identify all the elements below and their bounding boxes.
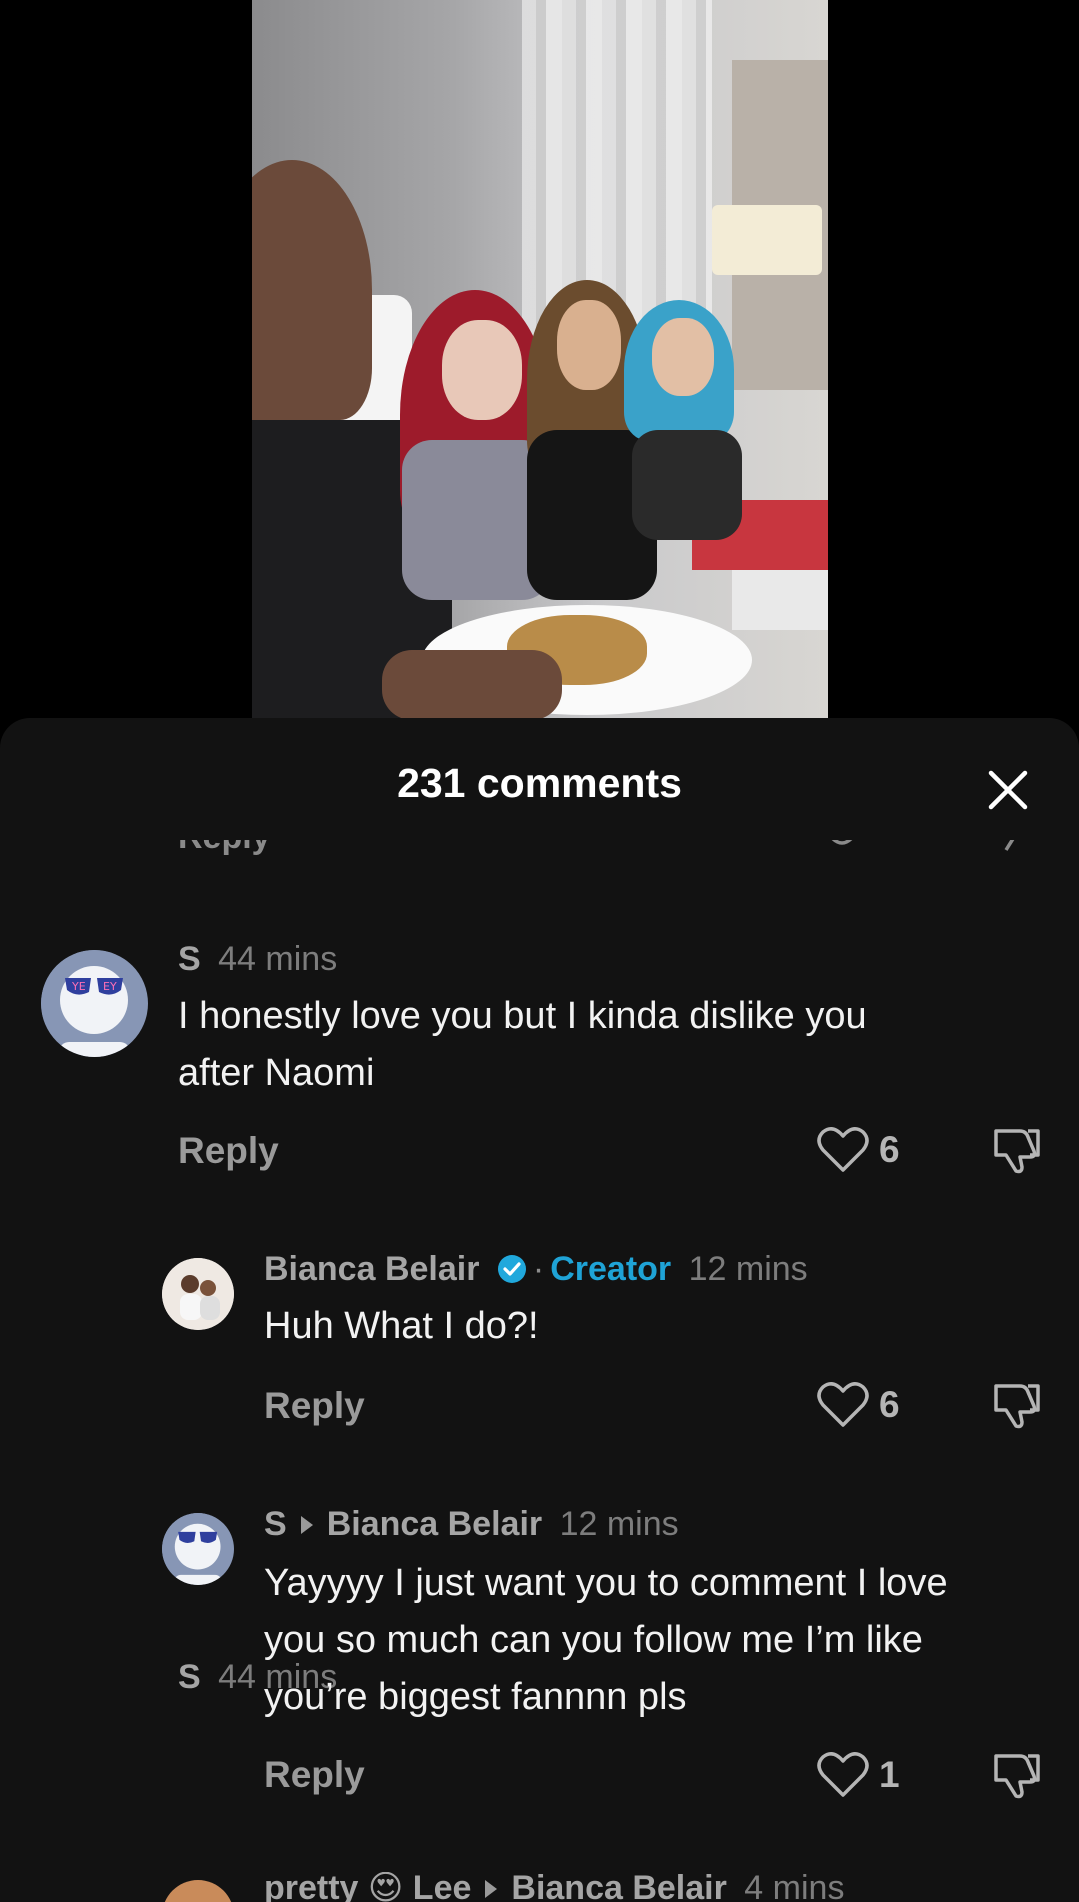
reply-to-author[interactable]: Bianca Belair	[511, 1872, 726, 1902]
comment-author[interactable]: S	[178, 940, 201, 978]
video-scene-person	[252, 160, 372, 420]
svg-text:YE: YE	[71, 980, 86, 993]
like-count: 6	[879, 1129, 900, 1170]
heart-icon	[831, 840, 853, 845]
comment-time: 44 mins	[218, 940, 338, 978]
comment-meta: S Bianca Belair 12 mins	[264, 1505, 679, 1544]
thumbs-down-icon	[994, 1754, 1040, 1799]
reply-button[interactable]: Reply	[264, 1385, 365, 1427]
video-scene-hand	[382, 650, 562, 720]
avatar[interactable]	[162, 1513, 234, 1585]
comment-meta: S 44 mins	[178, 940, 337, 979]
like-count: 1	[879, 1754, 900, 1795]
comment-text-line: you so much can you follow me I’m like	[264, 1619, 923, 1661]
close-icon	[988, 770, 1028, 810]
next-comment-partial: pretty 😍 Lee Bianca Belair 4 mins	[0, 1872, 1079, 1902]
comment-author[interactable]: pretty 😍 Lee	[264, 1872, 471, 1902]
comment-author[interactable]: Bianca Belair	[264, 1250, 479, 1288]
thumbs-down-icon	[1004, 840, 1015, 851]
avatar-sunglasses-icon	[162, 1513, 234, 1585]
comment-author[interactable]: S	[264, 1505, 287, 1543]
like-button[interactable]: 6	[817, 1380, 900, 1430]
comment-author[interactable]: S	[178, 1658, 201, 1696]
comment-time: 4 mins	[744, 1872, 845, 1902]
heart-icon	[817, 1752, 869, 1797]
comment-meta: pretty 😍 Lee Bianca Belair 4 mins	[264, 1872, 844, 1902]
avatar[interactable]	[162, 1258, 234, 1330]
dislike-button[interactable]	[990, 1750, 1042, 1800]
video-scene-table2	[732, 570, 828, 630]
comment-text: I honestly love you but I kinda dislike …	[178, 988, 867, 1102]
reply-button[interactable]: Reply	[178, 840, 271, 857]
reply-arrow-icon	[485, 1880, 498, 1899]
avatar[interactable]: YE EY	[41, 950, 148, 1057]
comment-time: 12 mins	[688, 1250, 808, 1288]
comment-text-line: you’re biggest fannnn pls	[264, 1676, 687, 1718]
comment-text: Yayyyy I just want you to comment I love…	[264, 1555, 948, 1726]
comment-time: 12 mins	[559, 1505, 679, 1543]
previous-comment-actions-partial: Reply	[0, 840, 1079, 864]
heart-icon	[817, 1127, 869, 1172]
video-player[interactable]	[252, 0, 828, 730]
reply-button[interactable]: Reply	[178, 1130, 279, 1172]
comment-text-line: Huh What I do?!	[264, 1305, 539, 1347]
reply-arrow-icon	[300, 1516, 313, 1535]
thumbs-down-icon	[994, 1384, 1040, 1429]
dislike-button[interactable]	[990, 1380, 1042, 1430]
heart-icon	[817, 1382, 869, 1427]
video-scene-person	[442, 320, 522, 420]
reply-button[interactable]: Reply	[264, 1754, 365, 1796]
creator-badge: Creator	[550, 1250, 672, 1288]
verified-badge-icon	[497, 1255, 526, 1283]
video-scene-lamp	[712, 205, 822, 275]
like-count: 6	[879, 1384, 900, 1425]
comment-text-line: I honestly love you but I kinda dislike …	[178, 995, 867, 1037]
comment-text-line: after Naomi	[178, 1052, 375, 1094]
close-button[interactable]	[986, 768, 1030, 812]
dislike-button[interactable]	[990, 1125, 1042, 1175]
separator-dot: ·	[532, 1250, 545, 1288]
comment-text: Huh What I do?!	[264, 1298, 539, 1355]
thumbs-down-icon	[994, 1129, 1040, 1174]
app-screen: 231 comments Reply	[0, 0, 1079, 1902]
comment-text-line: Yayyyy I just want you to comment I love	[264, 1562, 948, 1604]
avatar-sunglasses-icon: YE EY	[41, 950, 147, 1057]
svg-text:EY: EY	[103, 980, 117, 993]
avatar-photo-icon	[162, 1258, 234, 1330]
video-scene-person	[557, 300, 621, 390]
video-scene-person	[652, 318, 714, 396]
avatar[interactable]	[162, 1880, 234, 1902]
video-scene-person	[632, 430, 742, 540]
like-button[interactable]: 1	[817, 1750, 900, 1800]
like-button[interactable]: 6	[817, 1125, 900, 1175]
comment-meta: Bianca Belair · Creator 12 mins	[264, 1250, 808, 1289]
comments-count-title: 231 comments	[397, 760, 682, 806]
reply-to-author[interactable]: Bianca Belair	[327, 1505, 542, 1543]
